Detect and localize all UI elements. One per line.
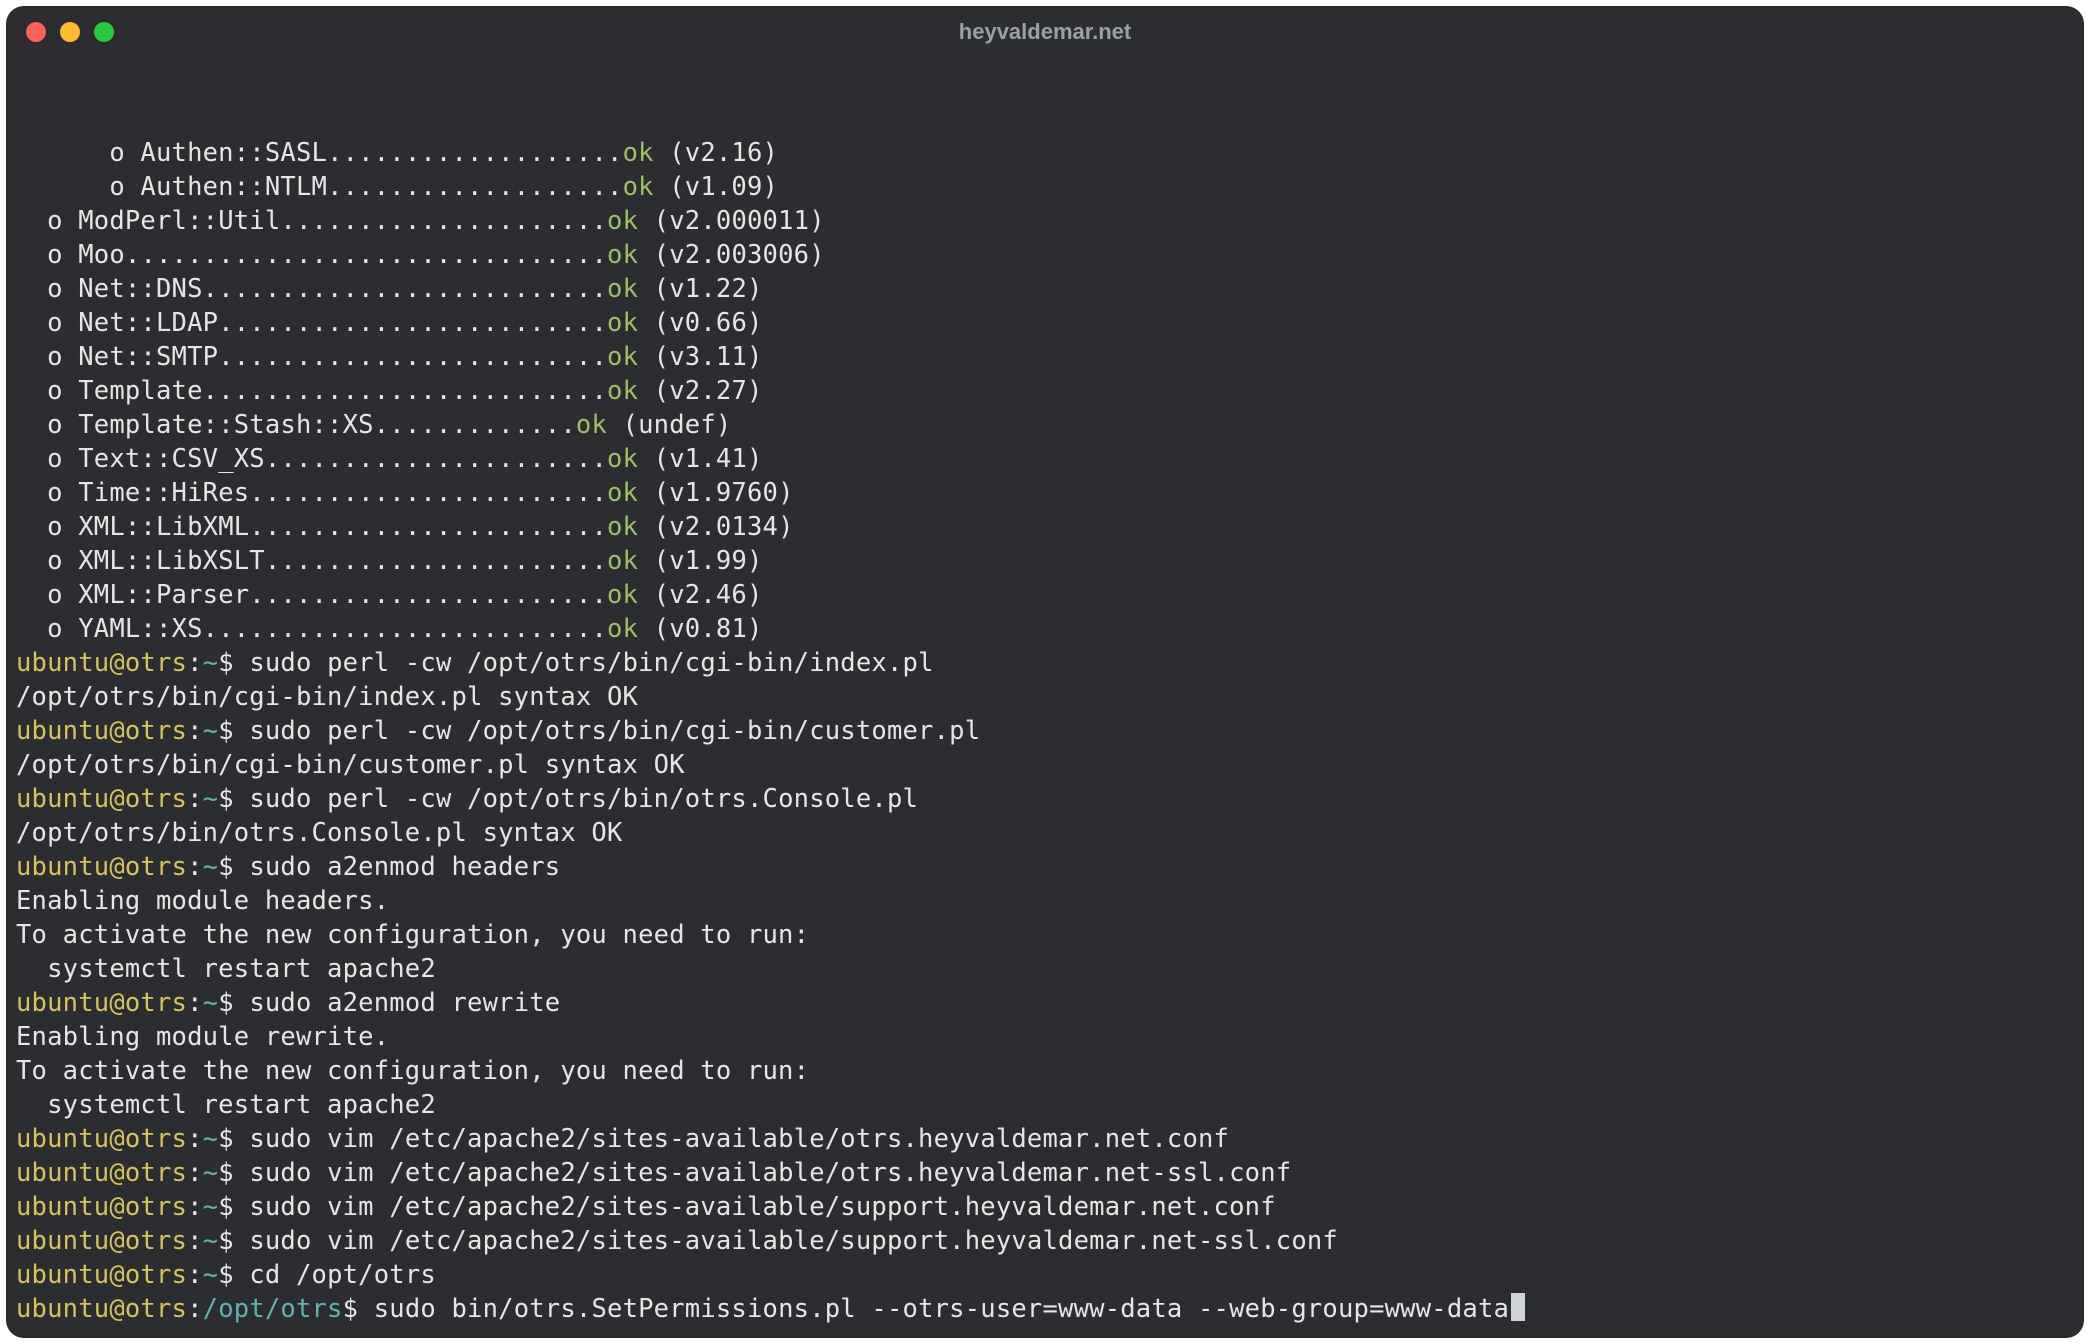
module-check-line: o Net::DNS..........................ok (… (16, 272, 2074, 306)
prompt-path: ~ (203, 988, 219, 1018)
module-check-line: o Text::CSV_XS......................ok (… (16, 442, 2074, 476)
prompt-path: ~ (203, 1226, 219, 1256)
status-ok: ok (607, 444, 638, 474)
status-ok: ok (607, 342, 638, 372)
command-line: ubuntu@otrs:/opt/otrs$ sudo bin/otrs.Set… (16, 1292, 2074, 1326)
close-icon[interactable] (26, 22, 46, 42)
output-line: /opt/otrs/bin/cgi-bin/index.pl syntax OK (16, 680, 2074, 714)
minimize-icon[interactable] (60, 22, 80, 42)
output-line: systemctl restart apache2 (16, 952, 2074, 986)
module-check-line: o Net::LDAP.........................ok (… (16, 306, 2074, 340)
command-text: sudo vim /etc/apache2/sites-available/su… (249, 1192, 1275, 1222)
window-title: heyvaldemar.net (6, 19, 2084, 45)
titlebar: heyvaldemar.net (6, 6, 2084, 58)
traffic-lights (26, 22, 114, 42)
module-check-line: o Authen::SASL...................ok (v2.… (16, 136, 2074, 170)
terminal-body[interactable]: o Authen::SASL...................ok (v2.… (6, 58, 2084, 1338)
module-check-line: o Template::Stash::XS.............ok (un… (16, 408, 2074, 442)
command-line: ubuntu@otrs:~$ sudo perl -cw /opt/otrs/b… (16, 646, 2074, 680)
status-ok: ok (607, 546, 638, 576)
status-ok: ok (607, 206, 638, 236)
status-ok: ok (607, 512, 638, 542)
prompt-path: ~ (203, 716, 219, 746)
status-ok: ok (607, 580, 638, 610)
status-ok: ok (607, 240, 638, 270)
command-line: ubuntu@otrs:~$ sudo perl -cw /opt/otrs/b… (16, 782, 2074, 816)
prompt-user-host: ubuntu@otrs (16, 1192, 187, 1222)
module-check-line: o Moo...............................ok (… (16, 238, 2074, 272)
prompt-user-host: ubuntu@otrs (16, 716, 187, 746)
status-ok: ok (607, 308, 638, 338)
command-line: ubuntu@otrs:~$ sudo a2enmod rewrite (16, 986, 2074, 1020)
output-line: Enabling module headers. (16, 884, 2074, 918)
status-ok: ok (623, 138, 654, 168)
output-line: /opt/otrs/bin/otrs.Console.pl syntax OK (16, 816, 2074, 850)
module-check-line: o XML::Parser.......................ok (… (16, 578, 2074, 612)
status-ok: ok (607, 274, 638, 304)
prompt-path: ~ (203, 1260, 219, 1290)
output-line: Enabling module rewrite. (16, 1020, 2074, 1054)
prompt-user-host: ubuntu@otrs (16, 648, 187, 678)
prompt-user-host: ubuntu@otrs (16, 852, 187, 882)
command-line: ubuntu@otrs:~$ sudo vim /etc/apache2/sit… (16, 1156, 2074, 1190)
module-check-line: o Net::SMTP.........................ok (… (16, 340, 2074, 374)
command-text: sudo vim /etc/apache2/sites-available/ot… (249, 1158, 1291, 1188)
prompt-user-host: ubuntu@otrs (16, 1226, 187, 1256)
output-line: To activate the new configuration, you n… (16, 1054, 2074, 1088)
command-text: cd /opt/otrs (249, 1260, 436, 1290)
command-text: sudo a2enmod rewrite (249, 988, 560, 1018)
prompt-path: ~ (203, 1158, 219, 1188)
command-text: sudo a2enmod headers (249, 852, 560, 882)
command-line: ubuntu@otrs:~$ sudo vim /etc/apache2/sit… (16, 1122, 2074, 1156)
terminal-window: heyvaldemar.net o Authen::SASL..........… (6, 6, 2084, 1338)
prompt-path: ~ (203, 784, 219, 814)
command-line: ubuntu@otrs:~$ sudo vim /etc/apache2/sit… (16, 1190, 2074, 1224)
output-line: To activate the new configuration, you n… (16, 918, 2074, 952)
command-text: sudo vim /etc/apache2/sites-available/ot… (249, 1124, 1229, 1154)
module-check-line: o XML::LibXML.......................ok (… (16, 510, 2074, 544)
status-ok: ok (607, 478, 638, 508)
command-text: sudo perl -cw /opt/otrs/bin/cgi-bin/inde… (249, 648, 933, 678)
module-check-line: o YAML::XS..........................ok (… (16, 612, 2074, 646)
module-check-line: o Template..........................ok (… (16, 374, 2074, 408)
prompt-user-host: ubuntu@otrs (16, 1124, 187, 1154)
module-check-line: o ModPerl::Util.....................ok (… (16, 204, 2074, 238)
cursor (1511, 1293, 1525, 1321)
module-check-line: o XML::LibXSLT......................ok (… (16, 544, 2074, 578)
module-check-line: o Time::HiRes.......................ok (… (16, 476, 2074, 510)
command-line: ubuntu@otrs:~$ sudo a2enmod headers (16, 850, 2074, 884)
status-ok: ok (623, 172, 654, 202)
module-check-line: o Authen::NTLM...................ok (v1.… (16, 170, 2074, 204)
prompt-path: ~ (203, 1192, 219, 1222)
prompt-path: ~ (203, 648, 219, 678)
zoom-icon[interactable] (94, 22, 114, 42)
command-text: sudo perl -cw /opt/otrs/bin/cgi-bin/cust… (249, 716, 980, 746)
prompt-path: ~ (203, 1124, 219, 1154)
command-text: sudo perl -cw /opt/otrs/bin/otrs.Console… (249, 784, 918, 814)
prompt-user-host: ubuntu@otrs (16, 1294, 187, 1324)
status-ok: ok (607, 614, 638, 644)
command-line: ubuntu@otrs:~$ cd /opt/otrs (16, 1258, 2074, 1292)
prompt-user-host: ubuntu@otrs (16, 988, 187, 1018)
prompt-path: ~ (203, 852, 219, 882)
prompt-user-host: ubuntu@otrs (16, 1158, 187, 1188)
output-line: /opt/otrs/bin/cgi-bin/customer.pl syntax… (16, 748, 2074, 782)
output-line: systemctl restart apache2 (16, 1088, 2074, 1122)
prompt-user-host: ubuntu@otrs (16, 784, 187, 814)
command-text: sudo vim /etc/apache2/sites-available/su… (249, 1226, 1338, 1256)
status-ok: ok (607, 376, 638, 406)
command-line: ubuntu@otrs:~$ sudo perl -cw /opt/otrs/b… (16, 714, 2074, 748)
prompt-path: /opt/otrs (203, 1294, 343, 1324)
command-text: sudo bin/otrs.SetPermissions.pl --otrs-u… (374, 1294, 1509, 1324)
command-line: ubuntu@otrs:~$ sudo vim /etc/apache2/sit… (16, 1224, 2074, 1258)
prompt-user-host: ubuntu@otrs (16, 1260, 187, 1290)
status-ok: ok (576, 410, 607, 440)
